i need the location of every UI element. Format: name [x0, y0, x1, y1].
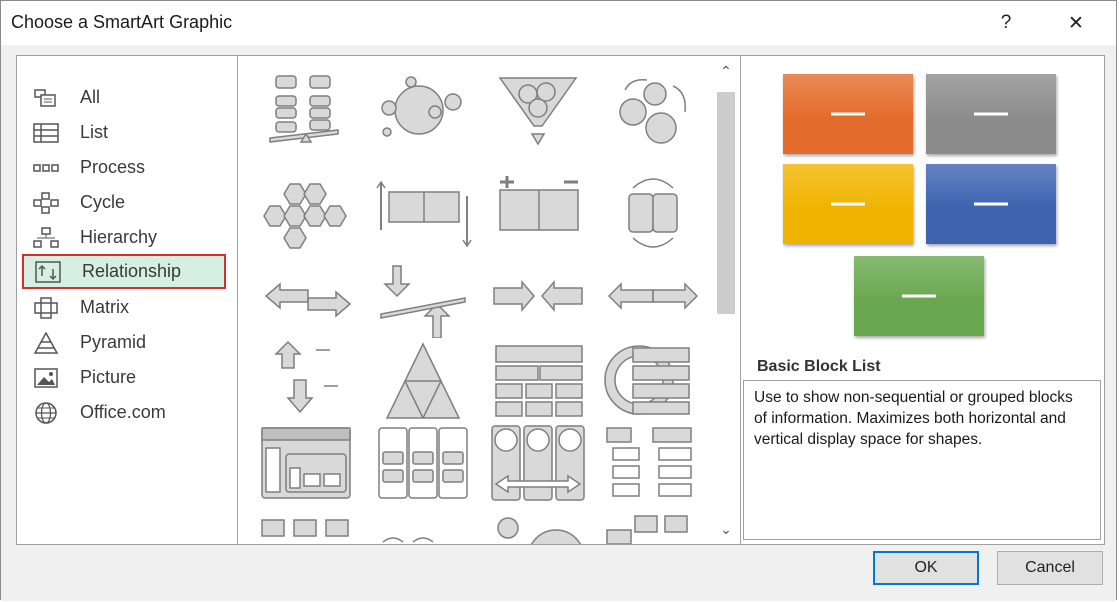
process-icon: [32, 156, 60, 180]
help-button[interactable]: ?: [989, 7, 1023, 39]
scroll-up-icon[interactable]: ⌃: [712, 56, 740, 86]
layout-equation-columns[interactable]: [488, 424, 588, 506]
cycle-icon: [32, 191, 60, 215]
category-label: Pyramid: [80, 332, 147, 352]
layout-opposing-arrows[interactable]: [258, 256, 358, 338]
dialog-title: Choose a SmartArt Graphic: [11, 12, 233, 32]
category-process[interactable]: Process: [22, 150, 227, 185]
category-relationship[interactable]: Relationship: [22, 254, 226, 289]
hierarchy-icon: [32, 226, 60, 250]
preview-panel: Basic Block List Use to show non-sequent…: [740, 55, 1105, 545]
layout-hexagon-cluster[interactable]: [258, 174, 358, 256]
category-label: Office.com: [80, 402, 166, 422]
category-label: List: [80, 122, 109, 142]
layout-plus-minus[interactable]: [488, 174, 588, 256]
preview-block-green: [854, 256, 984, 336]
category-list: All List Process Cycle Hierarchy Relatio…: [16, 55, 238, 545]
title-bar: Choose a SmartArt Graphic ? ✕: [1, 1, 1116, 45]
layout-linked-boxes[interactable]: [258, 512, 358, 544]
smartart-dialog: Choose a SmartArt Graphic ? ✕ All List P…: [0, 0, 1117, 601]
pyramid-icon: [32, 331, 60, 355]
category-picture[interactable]: Picture: [22, 360, 227, 395]
scroll-down-icon[interactable]: ⌄: [712, 514, 740, 544]
category-label: Picture: [80, 367, 137, 387]
category-label: All: [80, 87, 101, 107]
layout-balance[interactable]: [258, 72, 358, 154]
layout-nested-blocks[interactable]: [258, 424, 358, 506]
close-button[interactable]: ✕: [1059, 7, 1093, 39]
layout-gear[interactable]: [603, 72, 703, 154]
category-hierarchy[interactable]: Hierarchy: [22, 220, 227, 255]
layout-diverging-arrows[interactable]: [373, 256, 473, 339]
preview-block-gray: [926, 74, 1056, 154]
globe-icon: [32, 401, 60, 425]
layout-converging-arrows[interactable]: [488, 256, 588, 338]
category-matrix[interactable]: Matrix: [22, 290, 227, 325]
layout-segmented-pyramid[interactable]: [373, 340, 473, 422]
layout-up-down-arrows[interactable]: [258, 340, 358, 422]
layout-tree-boxes[interactable]: [603, 512, 703, 544]
category-label: Relationship: [82, 261, 182, 281]
layout-grouped-columns[interactable]: [373, 424, 473, 506]
category-label: Hierarchy: [80, 227, 158, 247]
picture-icon: [32, 366, 60, 390]
layout-funnel[interactable]: [488, 72, 588, 154]
category-label: Matrix: [80, 297, 129, 317]
preview-description: Use to show non-sequential or grouped bl…: [743, 380, 1101, 540]
category-label: Cycle: [80, 192, 126, 212]
layout-counterbalance-arrows[interactable]: [373, 174, 473, 256]
category-office-com[interactable]: Office.com: [22, 395, 227, 430]
category-cycle[interactable]: Cycle: [22, 185, 227, 220]
cancel-button[interactable]: Cancel: [997, 551, 1103, 585]
relationship-icon: [34, 260, 62, 284]
layout-stacked-blocks[interactable]: [488, 340, 588, 422]
category-all[interactable]: All: [22, 80, 227, 115]
gallery-scrollbar[interactable]: ⌃ ⌄: [712, 56, 740, 544]
scroll-thumb[interactable]: [717, 92, 735, 314]
all-icon: [32, 86, 60, 110]
category-pyramid[interactable]: Pyramid: [22, 325, 227, 360]
preview-title: Basic Block List: [757, 358, 881, 375]
preview-block-blue: [926, 164, 1056, 244]
layout-opposing-ideas[interactable]: [603, 174, 703, 256]
matrix-icon: [32, 296, 60, 320]
preview-block-orange: [783, 74, 913, 154]
layout-circle-relationship[interactable]: [373, 72, 473, 154]
ok-button[interactable]: OK: [873, 551, 979, 585]
list-icon: [32, 121, 60, 145]
preview-block-yellow: [783, 164, 913, 244]
layout-gallery: ⌃ ⌄: [237, 55, 741, 545]
category-label: Process: [80, 157, 146, 177]
layout-arrows-both[interactable]: [603, 256, 703, 338]
dialog-body: All List Process Cycle Hierarchy Relatio…: [1, 45, 1116, 601]
layout-nested-target-list[interactable]: [603, 340, 703, 422]
layout-bracket-list[interactable]: [603, 424, 703, 506]
category-list-item[interactable]: List: [22, 115, 227, 150]
layout-circle-bubbles[interactable]: [488, 512, 588, 544]
layout-circle-arcs[interactable]: [373, 512, 473, 544]
